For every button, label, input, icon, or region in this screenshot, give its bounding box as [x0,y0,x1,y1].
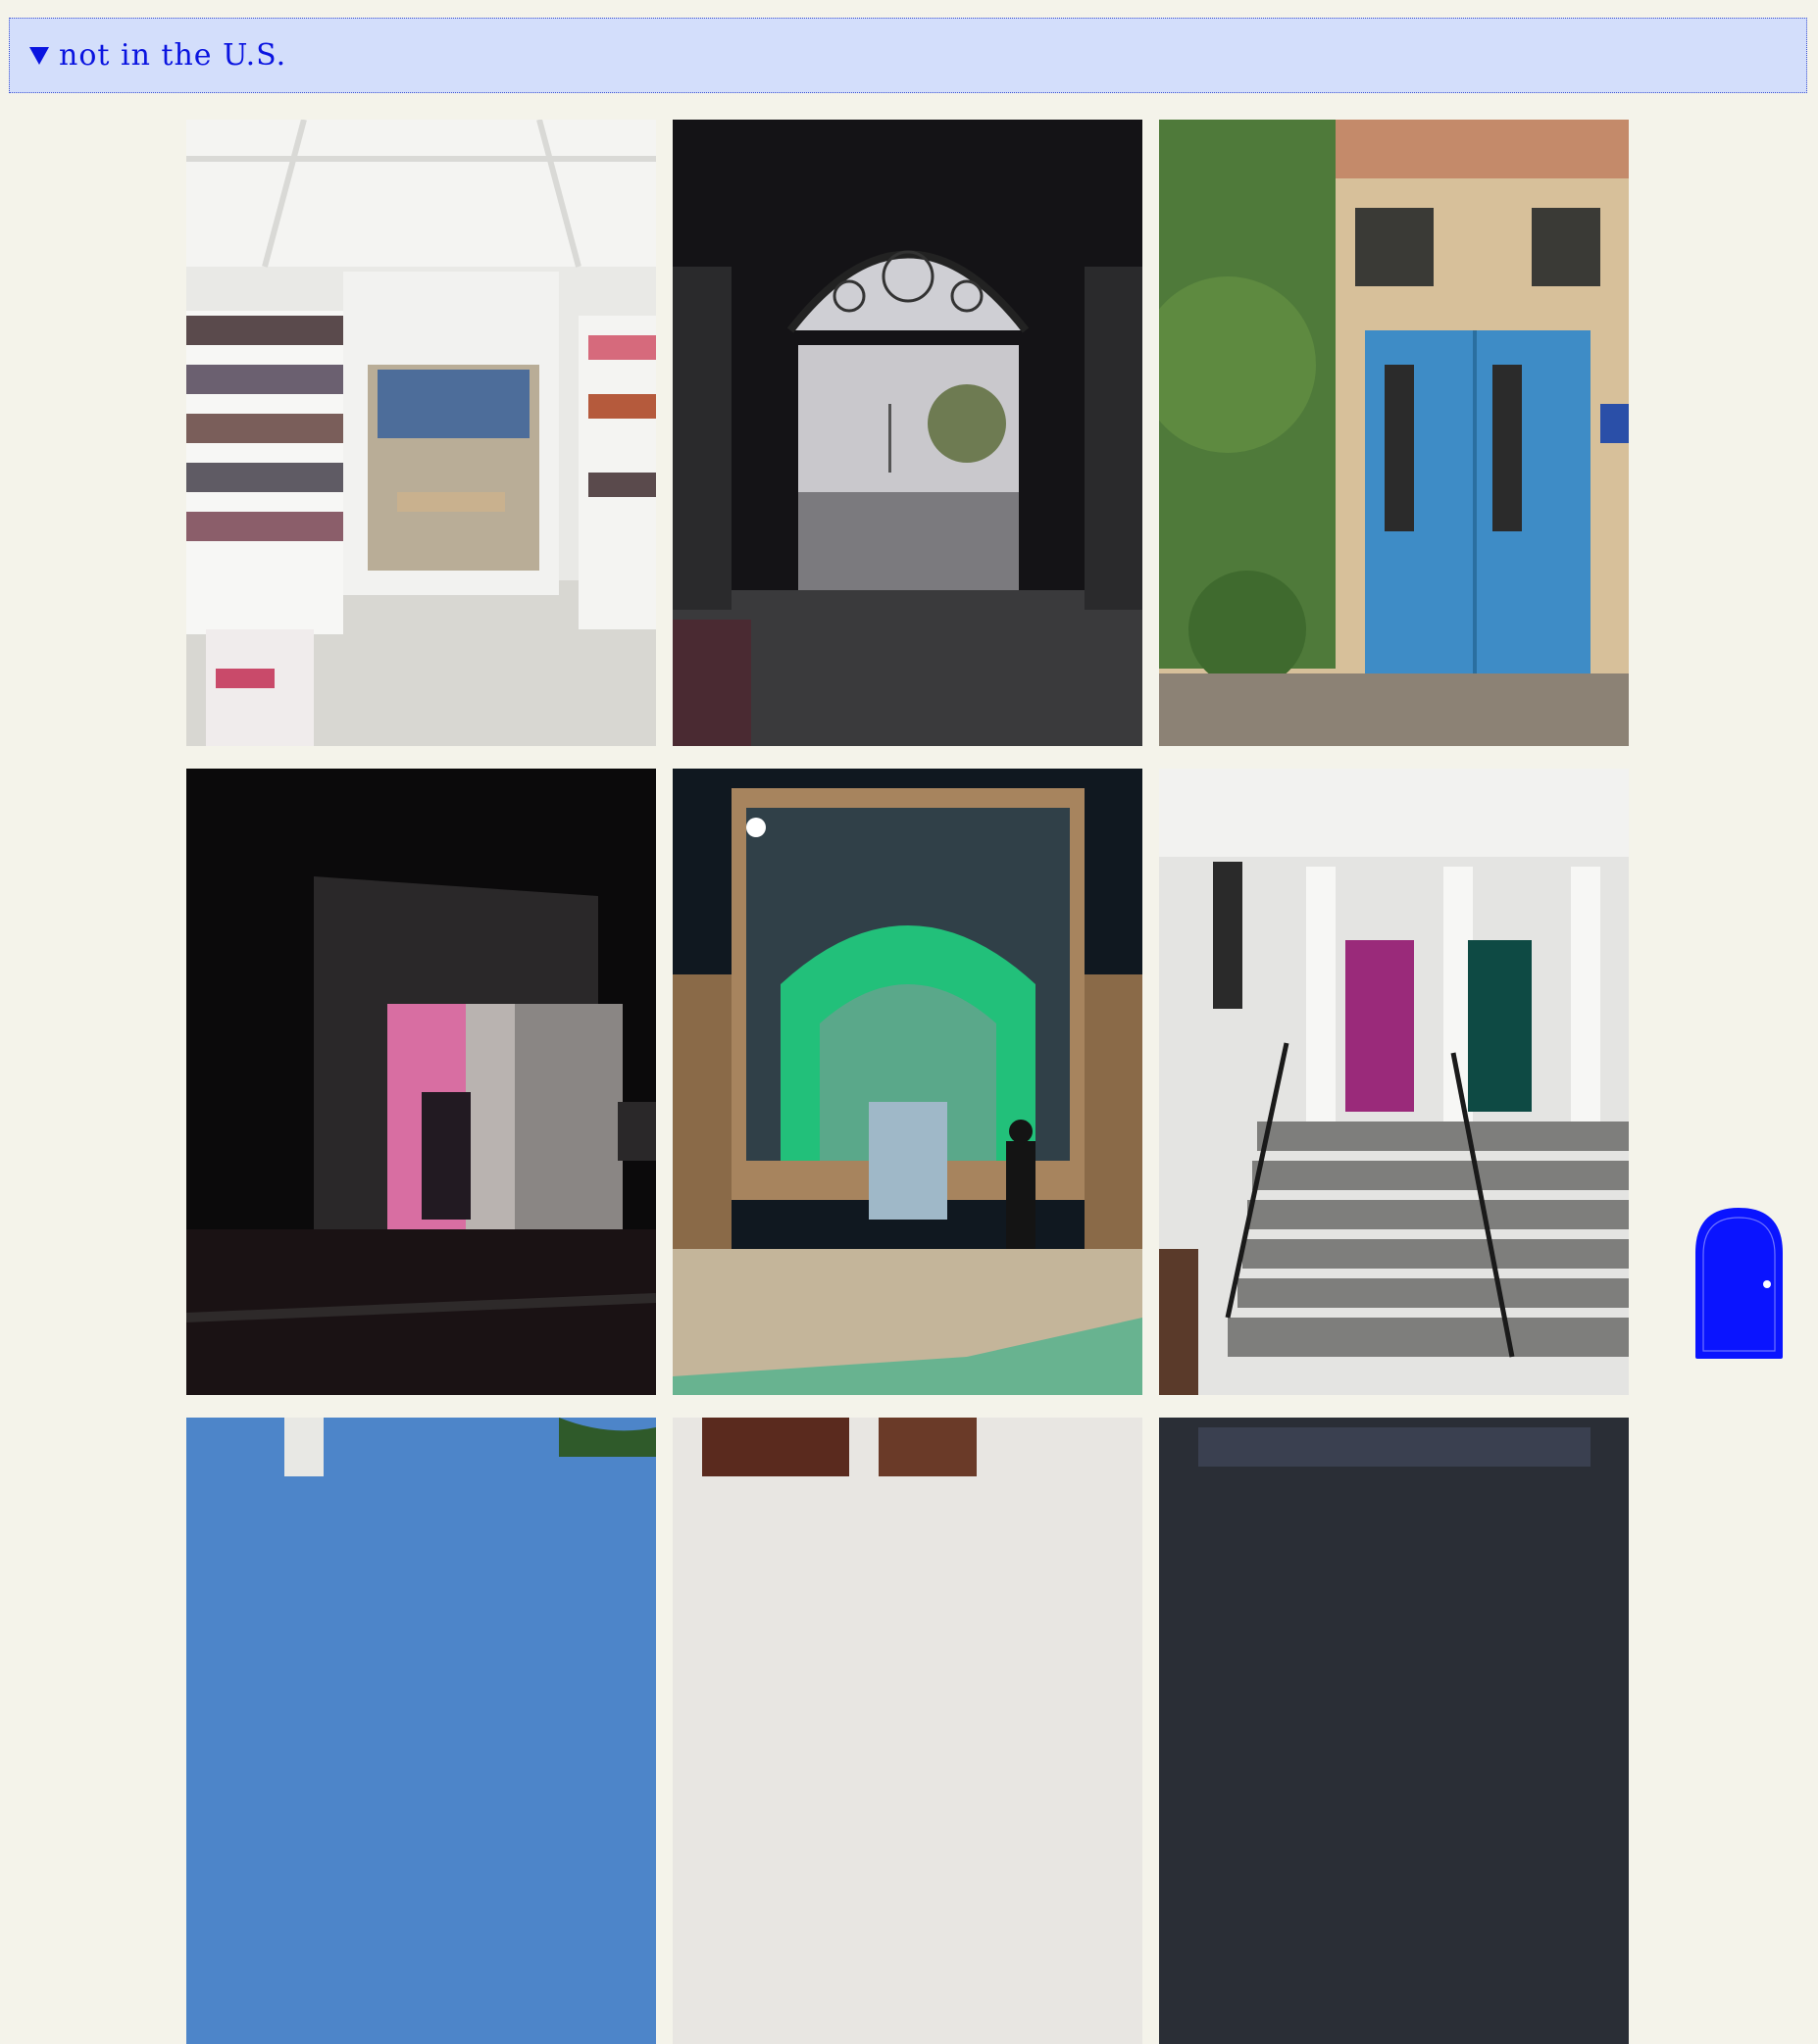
photo-arched-gate-courtyard[interactable] [673,120,1142,746]
photo-green-lit-mosque-arch[interactable] [673,769,1142,1395]
photo-bookstore-interior[interactable] [186,120,656,746]
photo-townhouse-doors[interactable] [1159,769,1629,1395]
door-icon-button[interactable] [1693,1206,1785,1359]
triangle-down-icon [29,46,49,65]
section-toggle-not-in-us[interactable]: not in the U.S. [9,18,1807,93]
photo-grid [186,120,1629,2044]
photo-row3-col1[interactable] [186,1418,656,2044]
photo-row3-col3[interactable] [1159,1418,1629,2044]
photo-blue-door[interactable] [1159,120,1629,746]
section-title: not in the U.S. [59,38,287,73]
photo-row3-col2[interactable] [673,1418,1142,2044]
door-icon [1695,1208,1783,1359]
photo-pink-lit-door-night[interactable] [186,769,656,1395]
